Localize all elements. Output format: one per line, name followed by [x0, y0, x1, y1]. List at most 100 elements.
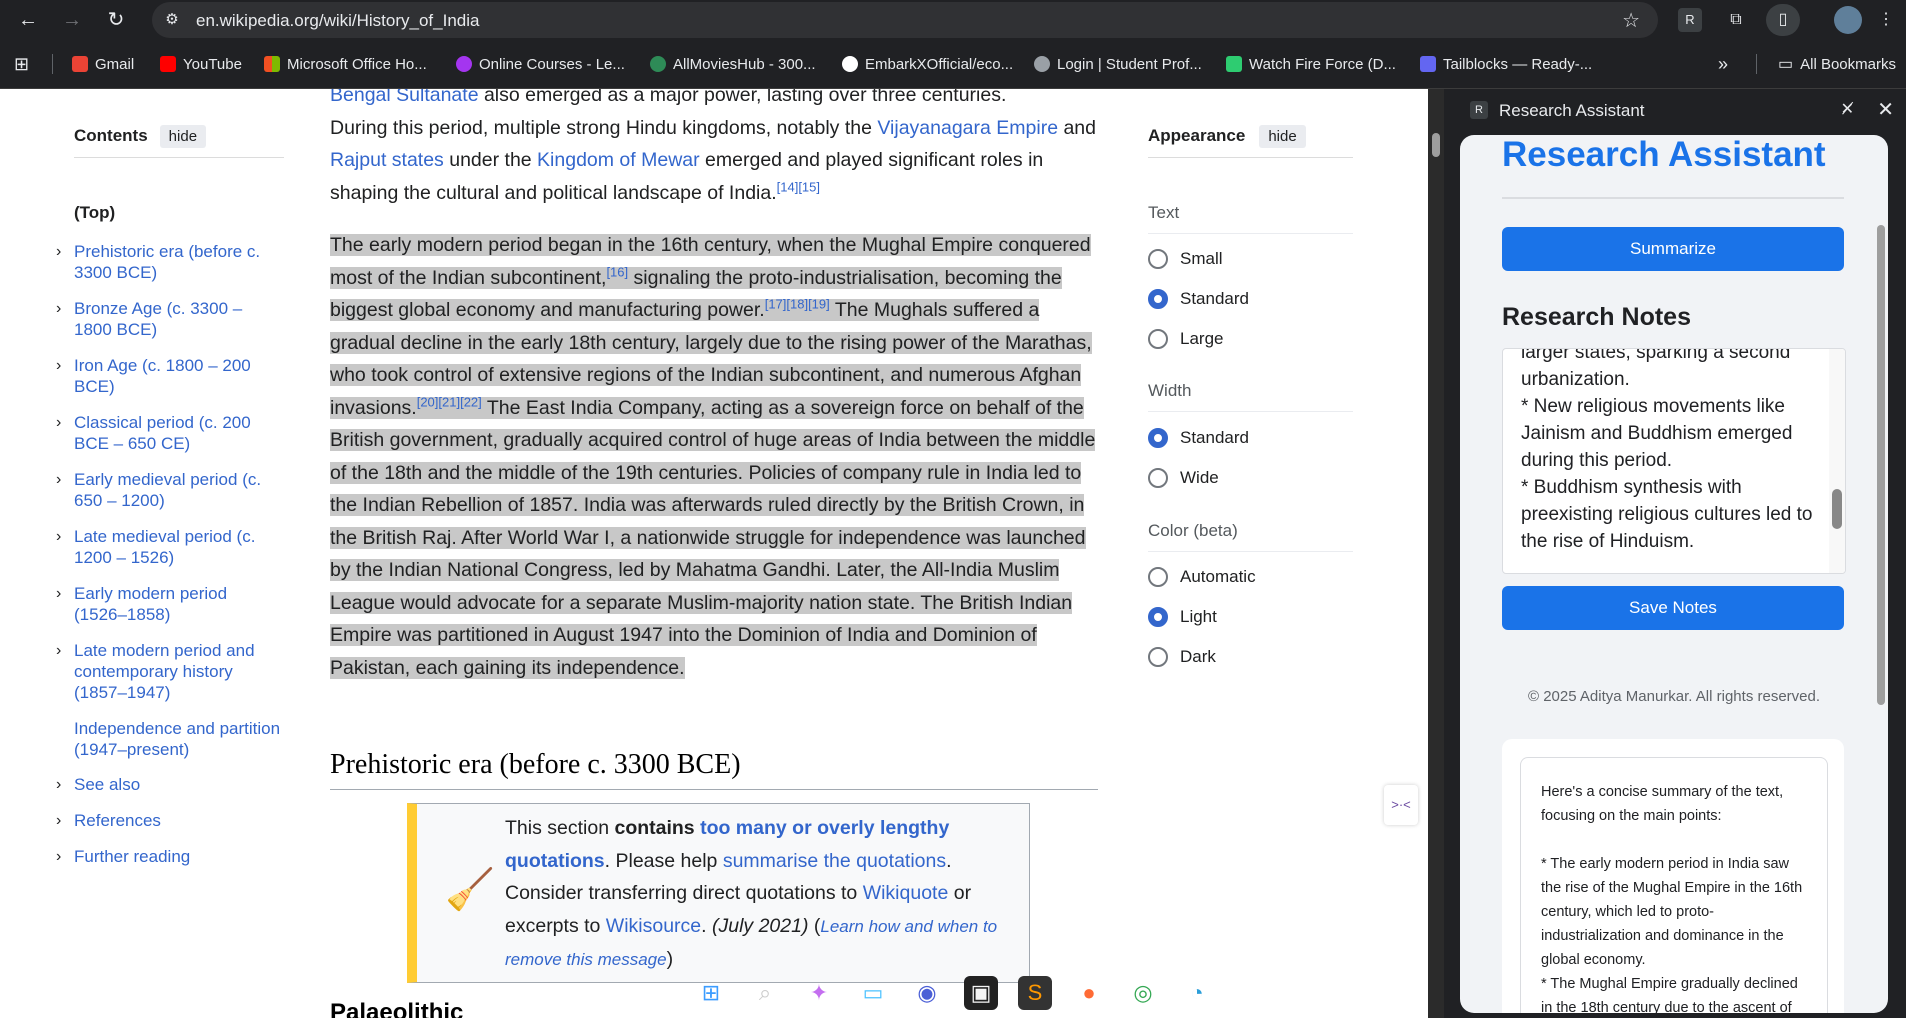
chevron-right-icon[interactable]: ›	[56, 355, 61, 376]
wiki-link[interactable]: Kingdom of Mewar	[537, 149, 700, 171]
back-icon[interactable]: ←	[14, 6, 42, 34]
chevron-right-icon[interactable]: ›	[56, 241, 61, 262]
extensions-icon[interactable]: ⧉	[1724, 8, 1748, 32]
bookmark-fire-force[interactable]: Watch Fire Force (D...	[1226, 53, 1396, 75]
radio-text-standard[interactable]: Standard	[1148, 289, 1249, 309]
chevron-right-icon[interactable]: ›	[56, 846, 61, 867]
toc-item[interactable]: Independence and partition (1947–present…	[74, 718, 284, 760]
radio-button[interactable]	[1148, 249, 1168, 269]
toc-item[interactable]: › Early medieval period (c. 650 – 1200)	[56, 469, 284, 511]
sticky-header-toggle-icon[interactable]: >·<	[1384, 785, 1418, 825]
bookmark-github[interactable]: EmbarkXOfficial/eco...	[842, 53, 1013, 75]
site-info-icon[interactable]: ⚙	[162, 10, 182, 30]
summarize-button[interactable]: Summarize	[1502, 227, 1844, 271]
radio-color-light[interactable]: Light	[1148, 607, 1217, 627]
radio-button-selected[interactable]	[1148, 289, 1168, 309]
toc-item[interactable]: › Classical period (c. 200 BCE – 650 CE)	[56, 412, 284, 454]
menu-icon[interactable]: ⋮	[1874, 8, 1898, 32]
radio-button[interactable]	[1148, 567, 1168, 587]
toc-item[interactable]: › Early modern period (1526–1858)	[56, 583, 284, 625]
toc-hide-button[interactable]: hide	[159, 124, 207, 148]
radio-button-selected[interactable]	[1148, 607, 1168, 627]
wiki-link[interactable]: Bengal Sultanate	[330, 89, 479, 106]
notes-content[interactable]: larger states, sparking a second urbaniz…	[1521, 349, 1821, 555]
sublime-icon[interactable]: S	[1018, 976, 1052, 1010]
save-notes-button[interactable]: Save Notes	[1502, 586, 1844, 630]
chevron-right-icon[interactable]: ›	[56, 583, 61, 604]
side-panel-icon[interactable]: ▯	[1766, 4, 1800, 36]
forward-icon[interactable]: →	[58, 6, 86, 34]
toc-item[interactable]: › References	[56, 810, 284, 831]
radio-button[interactable]	[1148, 647, 1168, 667]
wiki-link[interactable]: Wikiquote	[863, 882, 949, 904]
bookmark-star-icon[interactable]: ☆	[1622, 8, 1640, 33]
close-icon[interactable]: ✕	[1877, 97, 1894, 122]
radio-width-standard[interactable]: Standard	[1148, 428, 1249, 448]
intellij-icon[interactable]: ▣	[964, 976, 998, 1010]
notes-scrollbar[interactable]	[1829, 349, 1845, 573]
address-bar[interactable]: ⚙ en.wikipedia.org/wiki/History_of_India…	[152, 2, 1658, 38]
bookmark-youtube[interactable]: YouTube	[160, 53, 242, 75]
copilot-icon[interactable]: ✦	[802, 976, 836, 1010]
all-bookmarks[interactable]: ▭ All Bookmarks	[1778, 53, 1896, 75]
bookmark-office[interactable]: Microsoft Office Ho...	[264, 53, 427, 75]
chevron-right-icon[interactable]: ›	[56, 774, 61, 795]
notes-textarea[interactable]: larger states, sparking a second urbaniz…	[1502, 348, 1846, 574]
chevron-right-icon[interactable]: ›	[56, 298, 61, 319]
chrome-icon[interactable]: ◎	[1126, 976, 1160, 1010]
eclipse-icon[interactable]: ◉	[910, 976, 944, 1010]
toc-item[interactable]: › Iron Age (c. 1800 – 200 BCE)	[56, 355, 284, 397]
radio-button-selected[interactable]	[1148, 428, 1168, 448]
profile-avatar[interactable]	[1834, 6, 1862, 34]
reload-icon[interactable]: ↻	[102, 6, 130, 34]
toc-item[interactable]: › Bronze Age (c. 3300 – 1800 BCE)	[56, 298, 284, 340]
bookmark-udemy[interactable]: Online Courses - Le...	[456, 53, 625, 75]
radio-text-small[interactable]: Small	[1148, 249, 1223, 269]
radio-color-dark[interactable]: Dark	[1148, 647, 1216, 667]
toc-top-link[interactable]: (Top)	[74, 203, 115, 223]
extension-r-icon[interactable]: R	[1678, 8, 1702, 32]
chevron-right-icon[interactable]: ›	[56, 469, 61, 490]
bookmark-tailblocks[interactable]: Tailblocks — Ready-...	[1420, 53, 1592, 75]
edge-icon[interactable]: ◔	[1180, 976, 1214, 1010]
desktop-icon[interactable]: ▭	[856, 976, 890, 1010]
radio-width-wide[interactable]: Wide	[1148, 468, 1219, 488]
wiki-link[interactable]: summarise the quotations	[723, 850, 946, 872]
radio-color-automatic[interactable]: Automatic	[1148, 567, 1256, 587]
chevron-right-icon[interactable]: ›	[56, 412, 61, 433]
citation[interactable]: [17][18][19]	[765, 297, 830, 312]
citation[interactable]: [20][21][22]	[417, 394, 482, 409]
scrollbar-thumb[interactable]	[1832, 489, 1842, 529]
tailblocks-icon	[1420, 56, 1436, 72]
wiki-link[interactable]: Rajput states	[330, 149, 444, 171]
postman-icon[interactable]: ●	[1072, 976, 1106, 1010]
toc-item[interactable]: › Late modern period and contemporary his…	[56, 640, 284, 703]
windows-start-icon[interactable]: ⊞	[694, 976, 728, 1010]
bookmark-allmovies[interactable]: AllMoviesHub - 300...	[650, 53, 816, 75]
toc-item[interactable]: › See also	[56, 774, 284, 795]
apps-grid-icon[interactable]: ⊞	[14, 53, 29, 75]
chevron-right-icon[interactable]: ›	[56, 810, 61, 831]
wiki-link[interactable]: Wikisource	[606, 915, 701, 937]
radio-text-large[interactable]: Large	[1148, 329, 1223, 349]
citation[interactable]: [16]	[606, 264, 628, 279]
scrollbar-thumb[interactable]	[1432, 133, 1440, 157]
chevron-right-icon[interactable]: ›	[56, 640, 61, 661]
chevron-right-icon[interactable]: ›	[56, 526, 61, 547]
toc-item[interactable]: › Prehistoric era (before c. 3300 BCE)	[56, 241, 284, 283]
bookmarks-overflow-icon[interactable]: »	[1718, 53, 1728, 75]
citation[interactable]: [14][15]	[777, 179, 820, 194]
appearance-hide-button[interactable]: hide	[1259, 124, 1306, 148]
radio-button[interactable]	[1148, 468, 1168, 488]
radio-button[interactable]	[1148, 329, 1168, 349]
toc-item[interactable]: › Further reading	[56, 846, 284, 867]
page-scrollbar[interactable]	[1428, 89, 1444, 1018]
panel-scrollbar[interactable]	[1874, 155, 1888, 1013]
bookmark-gmail[interactable]: Gmail	[72, 53, 134, 75]
toc-item[interactable]: › Late medieval period (c. 1200 – 1526)	[56, 526, 284, 568]
bookmark-student-login[interactable]: Login | Student Prof...	[1034, 53, 1202, 75]
search-icon[interactable]: ⌕	[748, 976, 782, 1010]
unpin-icon[interactable]: ✕̸	[1841, 99, 1854, 119]
scrollbar-thumb[interactable]	[1877, 225, 1885, 705]
wiki-link[interactable]: Vijayanagara Empire	[877, 117, 1058, 139]
